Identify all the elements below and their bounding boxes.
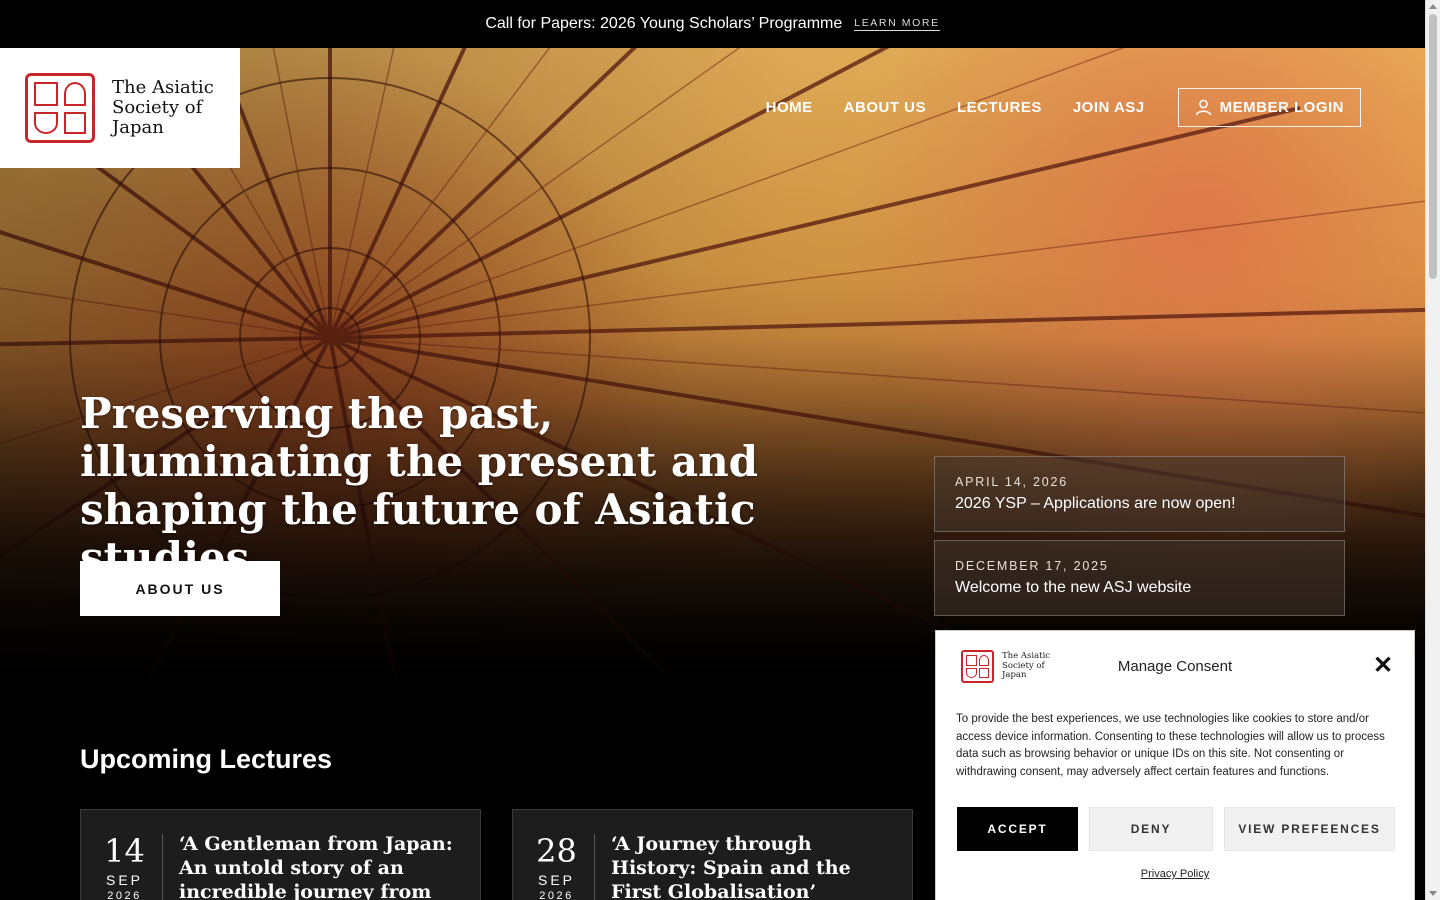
nav-lectures[interactable]: LECTURES [957,99,1042,116]
announcement-bar: Call for Papers: 2026 Young Scholars’ Pr… [0,0,1425,48]
close-icon[interactable]: ✕ [1372,654,1394,678]
upcoming-lectures-heading: Upcoming Lectures [80,744,333,774]
logo-text: The Asiatic Society of Japan [112,77,214,138]
lecture-day: 14 [104,832,145,870]
consent-header: The Asiatic Society of Japan Manage Cons… [936,631,1414,703]
lecture-month: SEP [537,872,575,888]
consent-title: Manage Consent [1117,658,1233,675]
lecture-year: 2026 [107,890,142,900]
consent-dialog: The Asiatic Society of Japan Manage Cons… [935,630,1415,900]
lecture-card[interactable]: 14 SEP 2026 ‘A Gentleman from Japan: An … [80,809,481,900]
member-login-button[interactable]: MEMBER LOGIN [1177,88,1361,127]
deny-button[interactable]: DENY [1089,807,1213,851]
news-date: APRIL 14, 2026 [955,475,1068,489]
main-nav: HOME ABOUT US LECTURES JOIN ASJ MEMBER L… [766,88,1361,127]
scroll-up-icon[interactable] [1429,4,1437,9]
privacy-policy-link[interactable]: Privacy Policy [936,868,1414,880]
lecture-day: 28 [536,832,577,870]
lecture-title: ‘A Gentleman from Japan: An untold story… [179,833,453,900]
site-logo[interactable]: The Asiatic Society of Japan [0,48,240,168]
lecture-date: 28 SEP 2026 [533,834,595,900]
lecture-title: ‘A Journey through History: Spain and th… [611,833,851,900]
consent-body: To provide the best experiences, we use … [956,713,1385,778]
news-item[interactable]: APRIL 14, 2026 2026 YSP – Applications a… [934,456,1345,532]
lecture-month: SEP [105,872,143,888]
hero-headline: Preserving the past, illuminating the pr… [80,389,758,582]
scrollbar[interactable] [1425,0,1440,900]
news-item[interactable]: DECEMBER 17, 2025 Welcome to the new ASJ… [934,540,1345,616]
nav-home[interactable]: HOME [766,99,813,116]
news-date: DECEMBER 17, 2025 [955,559,1109,573]
user-icon [1195,99,1211,116]
scroll-down-icon[interactable] [1429,891,1437,896]
news-title: 2026 YSP – Applications are now open! [955,495,1236,512]
seal-icon [25,73,95,143]
accept-button[interactable]: ACCEPT [957,807,1078,851]
about-us-button[interactable]: ABOUT US [80,561,280,616]
lecture-card[interactable]: 28 SEP 2026 ‘A Journey through History: … [512,809,913,900]
nav-about-us[interactable]: ABOUT US [844,99,926,116]
announcement-text: Call for Papers: 2026 Young Scholars’ Pr… [485,15,843,32]
learn-more-link[interactable]: LEARN MORE [854,17,940,31]
consent-buttons: ACCEPT DENY VIEW PREFEENCES [957,807,1395,851]
lecture-date: 14 SEP 2026 [101,834,163,900]
view-preferences-button[interactable]: VIEW PREFEENCES [1224,807,1395,851]
nav-join-asj[interactable]: JOIN ASJ [1073,99,1145,116]
lecture-year: 2026 [539,890,574,900]
scrollbar-thumb[interactable] [1429,14,1437,279]
member-login-label: MEMBER LOGIN [1219,99,1344,116]
news-title: Welcome to the new ASJ website [955,579,1192,596]
